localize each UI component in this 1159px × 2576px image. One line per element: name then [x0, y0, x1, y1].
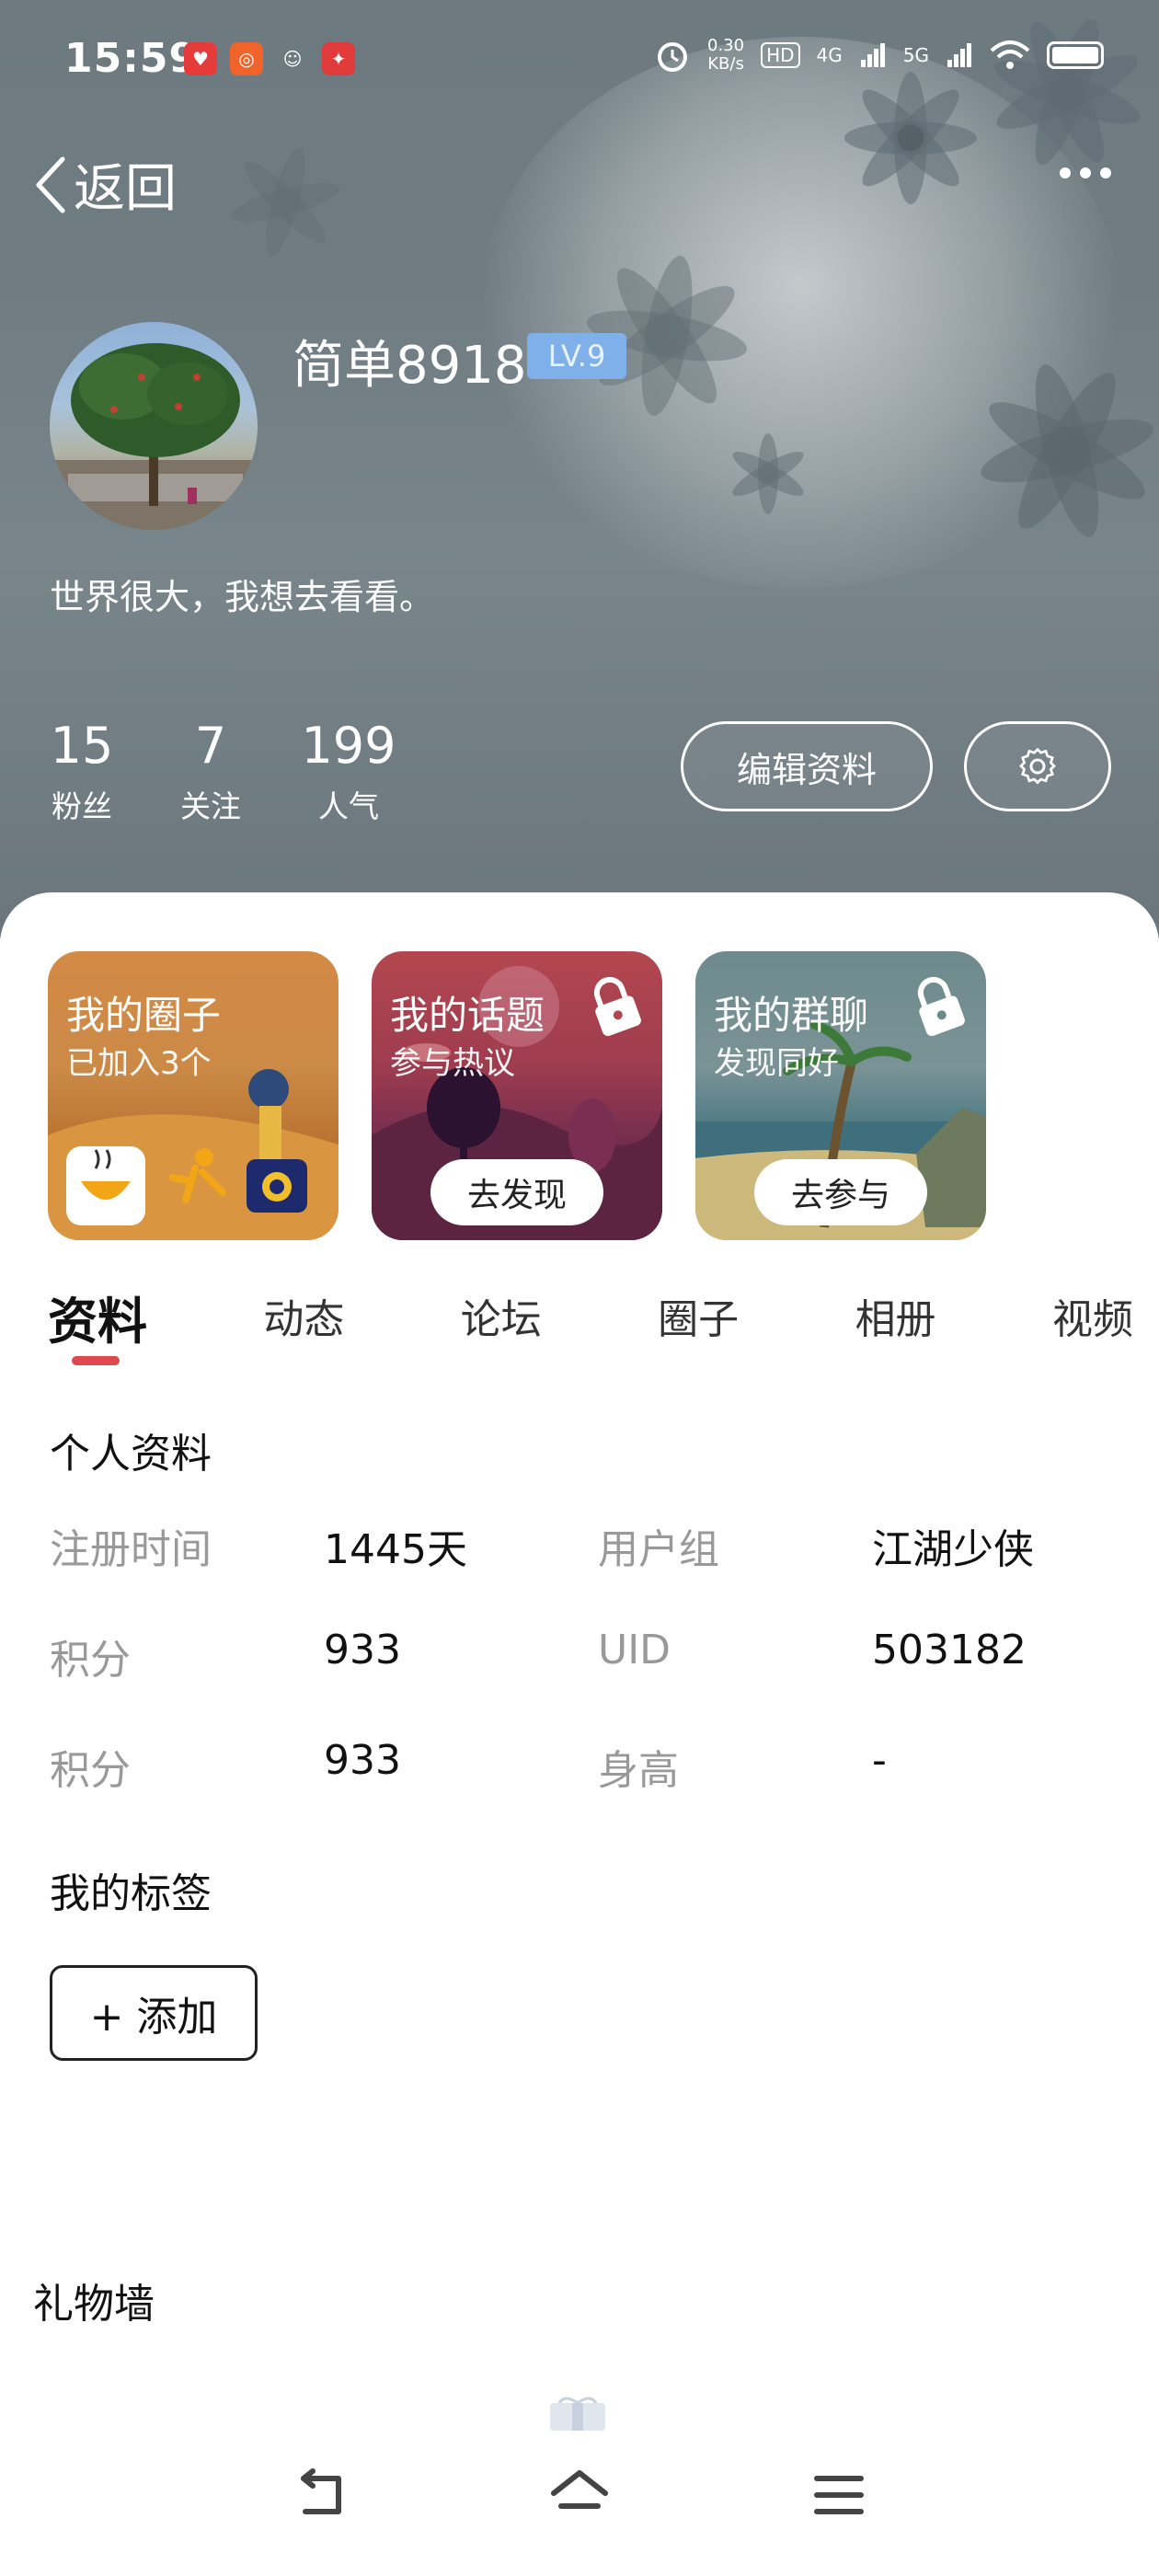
network-speed-value: 0.30 — [707, 36, 745, 55]
info-value: 933 — [324, 1737, 401, 1784]
signal-icon — [947, 43, 971, 67]
more-dots-icon — [1100, 167, 1111, 178]
gift-wall-title: 礼物墙 — [33, 2281, 155, 2328]
info-value: 503182 — [872, 1627, 1027, 1673]
card-title: 我的群聊 — [714, 993, 869, 1038]
info-value: 江湖少侠 — [872, 1526, 1034, 1573]
card-subtitle: 已加入3个 — [66, 1045, 212, 1082]
notification-icons: ♥ ◎ ☺ ✦ — [184, 42, 355, 75]
info-key: 注册时间 — [50, 1526, 212, 1573]
more-dots-icon — [1060, 167, 1071, 178]
stat-popularity[interactable]: 199 人气 — [289, 718, 408, 826]
app-notification-icon: ◎ — [230, 42, 263, 75]
tab-circles[interactable]: 圈子 — [658, 1286, 739, 1353]
signal-5g: 5G — [902, 44, 929, 66]
app-notification-icon: ✦ — [322, 42, 355, 75]
system-navigation-bar — [0, 2466, 1159, 2576]
network-speed: 0.30 KB/s — [707, 37, 744, 74]
back-button[interactable]: 返回 — [31, 147, 177, 222]
lock-icon — [917, 976, 965, 1037]
profile-stats: 15 粉丝 7 关注 199 人气 — [31, 718, 408, 826]
card-title: 我的话题 — [390, 993, 545, 1038]
app-notification-icon: ♥ — [184, 42, 217, 75]
tab-profile[interactable]: 资料 — [48, 1281, 147, 1353]
username: 简单8918 — [293, 336, 527, 396]
app-notification-icon: ☺ — [282, 48, 303, 70]
info-value: 1445天 — [324, 1526, 467, 1573]
info-row: 注册时间 1445天 用户组 江湖少侠 — [50, 1516, 1117, 1575]
stat-value: 7 — [194, 717, 227, 775]
tab-forum[interactable]: 论坛 — [461, 1286, 542, 1353]
tab-activity[interactable]: 动态 — [263, 1286, 344, 1353]
status-time: 15:59 — [64, 35, 199, 82]
info-key: 积分 — [50, 1637, 131, 1684]
home-icon[interactable] — [548, 2466, 611, 2524]
stat-label: 关注 — [180, 788, 241, 824]
alarm-icon — [658, 42, 687, 72]
my-circles-card[interactable]: 我的圈子 已加入3个 — [48, 951, 339, 1240]
back-label: 返回 — [74, 159, 177, 219]
info-row: 积分 933 身高 - — [50, 1737, 1117, 1796]
card-subtitle: 参与热议 — [390, 1045, 515, 1082]
level-badge: LV.9 — [527, 333, 626, 379]
gift-box-icon — [550, 2397, 605, 2431]
tab-album[interactable]: 相册 — [855, 1286, 936, 1353]
settings-button[interactable] — [964, 721, 1111, 811]
status-bar: 15:59 ♥ ◎ ☺ ✦ 0.30 KB/s HD 4G 5G — [0, 0, 1159, 120]
network-speed-unit: KB/s — [707, 54, 744, 74]
edit-profile-button[interactable]: 编辑资料 — [681, 721, 933, 811]
active-tab-indicator — [72, 1356, 120, 1365]
my-group-chats-card[interactable]: 我的群聊 发现同好 去参与 — [695, 951, 986, 1240]
chevron-left-icon — [36, 156, 65, 213]
user-bio: 世界很大，我想去看看。 — [50, 577, 435, 617]
info-key: UID — [598, 1627, 671, 1673]
personal-info-title: 个人资料 — [50, 1431, 212, 1478]
info-value: 933 — [324, 1627, 401, 1673]
info-key: 用户组 — [598, 1526, 719, 1573]
card-subtitle: 发现同好 — [714, 1045, 839, 1082]
stat-following[interactable]: 7 关注 — [132, 718, 289, 826]
stat-value: 15 — [50, 717, 114, 775]
info-row: 积分 933 UID 503182 — [50, 1627, 1117, 1685]
more-options-button[interactable] — [1060, 167, 1111, 178]
discover-button[interactable]: 去发现 — [430, 1159, 603, 1225]
stat-value: 199 — [301, 717, 396, 775]
card-title: 我的圈子 — [66, 993, 222, 1038]
info-key: 身高 — [598, 1747, 679, 1794]
flower-decoration — [717, 423, 819, 524]
info-value: - — [872, 1737, 887, 1784]
lock-icon — [593, 976, 641, 1037]
gear-icon — [1019, 747, 1056, 785]
signal-icon — [860, 43, 885, 67]
info-key: 积分 — [50, 1747, 131, 1794]
my-tags-title: 我的标签 — [50, 1870, 212, 1917]
hd-indicator: HD — [761, 42, 800, 68]
feature-cards: 我的圈子 已加入3个 我的话题 参与热议 去发现 我的群聊 发现同好 去参与 — [48, 951, 986, 1240]
my-topics-card[interactable]: 我的话题 参与热议 去发现 — [372, 951, 662, 1240]
avatar[interactable] — [50, 322, 258, 530]
add-tag-button[interactable]: + 添加 — [50, 1965, 258, 2061]
flower-decoration — [212, 129, 359, 276]
join-button[interactable]: 去参与 — [754, 1159, 927, 1225]
return-icon[interactable] — [293, 2466, 351, 2524]
system-status: 0.30 KB/s HD 4G 5G — [654, 37, 1104, 74]
signal-4g: 4G — [816, 44, 843, 66]
more-dots-icon — [1080, 167, 1091, 178]
stat-fans[interactable]: 15 粉丝 — [31, 718, 132, 826]
stat-label: 粉丝 — [52, 788, 112, 824]
tab-video[interactable]: 视频 — [1052, 1286, 1133, 1353]
menu-icon[interactable] — [809, 2466, 868, 2524]
battery-icon — [1047, 41, 1104, 69]
avatar-tree-image — [50, 343, 258, 530]
wifi-icon — [990, 40, 1030, 69]
stat-label: 人气 — [318, 788, 379, 824]
flower-decoration — [966, 350, 1159, 552]
profile-tabs: 资料 动态 论坛 圈子 相册 视频 — [48, 1281, 1133, 1353]
